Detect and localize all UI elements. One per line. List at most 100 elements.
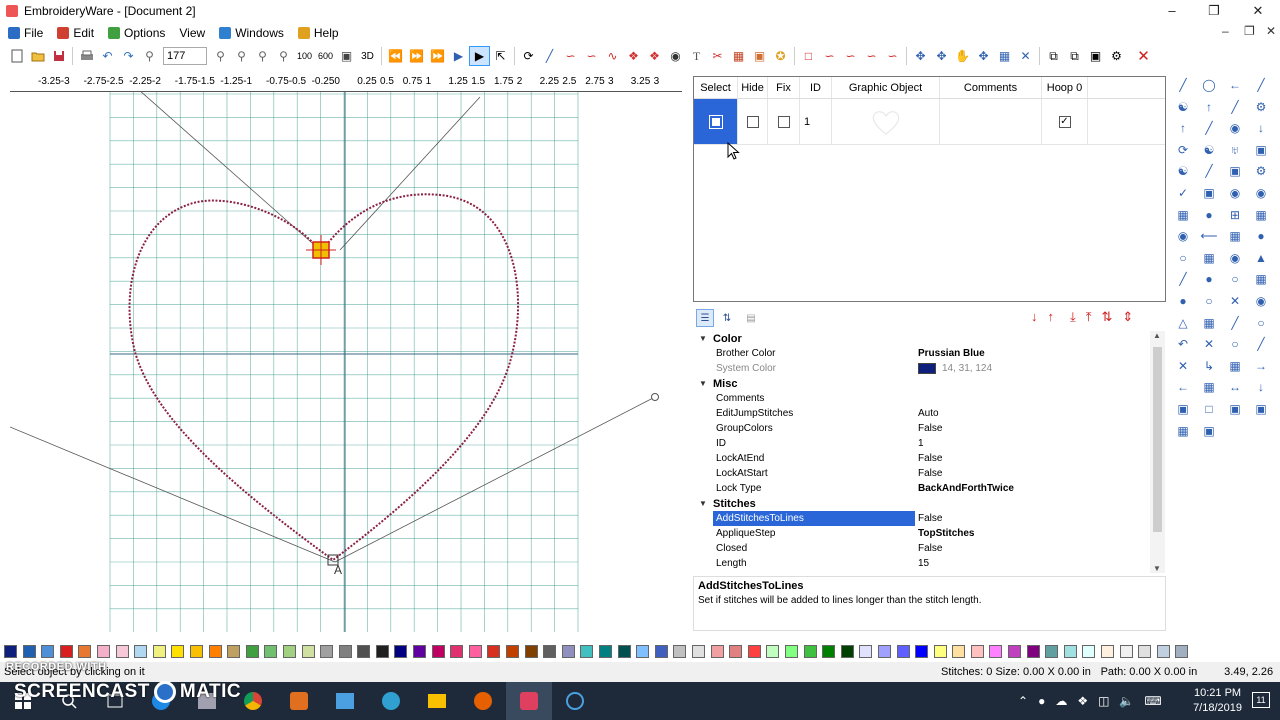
ungroup-icon[interactable]: ⧉: [1064, 46, 1085, 66]
curve-tool-icon[interactable]: ∽: [560, 46, 581, 66]
tool-button-icon[interactable]: ○: [1200, 292, 1218, 310]
thread-color-swatch[interactable]: [59, 644, 73, 658]
open-folder-icon[interactable]: [27, 46, 48, 66]
thread-color-swatch[interactable]: [320, 644, 334, 658]
rectangle-tool-icon[interactable]: □: [798, 46, 819, 66]
tool-button-icon[interactable]: ╱: [1200, 119, 1218, 137]
select-cell[interactable]: [694, 99, 738, 144]
collapse-chevron-icon[interactable]: ▼: [693, 379, 713, 388]
comments-cell[interactable]: [940, 99, 1042, 144]
collapse-icon[interactable]: ⇕: [1122, 309, 1133, 325]
thread-color-swatch[interactable]: [22, 644, 36, 658]
thread-color-swatch[interactable]: [599, 644, 612, 658]
thread-color-swatch[interactable]: [4, 644, 17, 658]
tool-button-icon[interactable]: ⊞: [1226, 206, 1244, 224]
tool-button-icon[interactable]: ←: [1174, 378, 1192, 396]
thread-color-swatch[interactable]: [617, 644, 631, 658]
sort-alpha-icon[interactable]: ⇅: [718, 309, 736, 327]
tool-button-icon[interactable]: ↓: [1252, 119, 1270, 137]
tool-button-icon[interactable]: ◉: [1226, 249, 1244, 267]
tool-button-icon[interactable]: ╱: [1174, 76, 1192, 94]
thread-color-swatch[interactable]: [338, 644, 352, 658]
thread-color-swatch[interactable]: [915, 644, 929, 658]
hoop-checkbox[interactable]: ✓: [1058, 115, 1071, 128]
thread-color-swatch[interactable]: [561, 644, 575, 658]
close-document-icon[interactable]: ✕: [1133, 46, 1154, 66]
fill-tool-icon[interactable]: ❖: [623, 46, 644, 66]
move-icon[interactable]: ✥: [910, 46, 931, 66]
file-explorer-icon[interactable]: [414, 682, 460, 720]
line-tool-icon[interactable]: ╱: [539, 46, 560, 66]
thread-color-swatch[interactable]: [970, 644, 984, 658]
category-color[interactable]: ▼ Color: [693, 331, 1166, 346]
tool-button-icon[interactable]: ▦: [1174, 422, 1192, 440]
tool-button-icon[interactable]: ◉: [1226, 184, 1244, 202]
thread-color-swatch[interactable]: [933, 644, 947, 658]
transform-icon[interactable]: ✕: [1015, 46, 1036, 66]
hide-cell[interactable]: [738, 99, 768, 144]
thread-color-swatch[interactable]: [506, 644, 520, 658]
tool-button-icon[interactable]: ▣: [1200, 184, 1218, 202]
property-value[interactable]: False: [915, 543, 1166, 554]
move-down-icon[interactable]: ↓: [1031, 309, 1038, 325]
tool-button-icon[interactable]: ○: [1252, 314, 1270, 332]
thread-color-swatch[interactable]: [41, 644, 55, 658]
play-slow-icon[interactable]: ⏩: [406, 46, 427, 66]
thread-color-swatch[interactable]: [115, 644, 129, 658]
property-value[interactable]: 14, 31, 124: [942, 363, 992, 374]
freehand-tool-icon[interactable]: ∿: [602, 46, 623, 66]
app-window-icon[interactable]: [322, 682, 368, 720]
thread-color-swatch[interactable]: [654, 644, 668, 658]
tool-button-icon[interactable]: ☯: [1174, 98, 1192, 116]
menu-file[interactable]: File: [8, 26, 43, 40]
thread-color-swatch[interactable]: [450, 644, 464, 658]
property-row[interactable]: Comments: [693, 391, 1166, 406]
col-hoop[interactable]: Hoop 0: [1042, 77, 1088, 98]
thread-color-swatch[interactable]: [1082, 644, 1096, 658]
property-value[interactable]: False: [915, 513, 1166, 524]
thread-color-swatch[interactable]: [1138, 644, 1152, 658]
scroll-up-icon[interactable]: ▲: [1153, 331, 1161, 340]
cloud-icon[interactable]: ☁: [1055, 694, 1067, 708]
tool-button-icon[interactable]: ●: [1200, 206, 1218, 224]
thread-color-swatch[interactable]: [840, 644, 854, 658]
tool-button-icon[interactable]: ⚙: [1252, 162, 1270, 180]
thread-color-swatch[interactable]: [803, 644, 817, 658]
thread-color-swatch[interactable]: [859, 644, 873, 658]
tool-button-icon[interactable]: ▦: [1174, 206, 1192, 224]
tool-button-icon[interactable]: □: [1200, 400, 1218, 418]
tool-button-icon[interactable]: ✕: [1174, 357, 1192, 375]
tool-button-icon[interactable]: ▣: [1226, 400, 1244, 418]
collapse-chevron-icon[interactable]: ▼: [693, 499, 713, 508]
convert-tool-icon[interactable]: ▦: [728, 46, 749, 66]
tool-button-icon[interactable]: ♅: [1226, 141, 1244, 159]
tool-button-icon[interactable]: ↶: [1174, 335, 1192, 353]
satin-tool-icon[interactable]: ❖: [644, 46, 665, 66]
app-globe-icon[interactable]: [368, 682, 414, 720]
zoom-100-button[interactable]: 100: [294, 46, 315, 66]
thread-color-swatch[interactable]: [245, 644, 259, 658]
tool-button-icon[interactable]: ◯: [1200, 76, 1218, 94]
play-icon[interactable]: ▶: [448, 46, 469, 66]
thread-color-swatch[interactable]: [673, 644, 687, 658]
thread-color-swatch[interactable]: [394, 644, 408, 658]
app-shield-icon[interactable]: [276, 682, 322, 720]
thread-color-swatch[interactable]: [580, 644, 594, 658]
menu-help[interactable]: Help: [297, 26, 339, 40]
zoom-previous-icon[interactable]: ⚲: [252, 46, 273, 66]
thread-color-swatch[interactable]: [1008, 644, 1022, 658]
move-top-icon[interactable]: ⤒: [1086, 309, 1092, 325]
property-scrollbar[interactable]: ▲ ▼: [1150, 331, 1165, 573]
realistic-view-icon[interactable]: ▣: [336, 46, 357, 66]
tool-button-icon[interactable]: →: [1252, 357, 1270, 375]
node-edit-icon[interactable]: ∽: [819, 46, 840, 66]
tool-button-icon[interactable]: ▣: [1252, 141, 1270, 159]
thread-color-swatch[interactable]: [636, 644, 650, 658]
select-node-icon[interactable]: ⇱: [490, 46, 511, 66]
zoom-fit-icon[interactable]: ⚲: [273, 46, 294, 66]
property-value[interactable]: Prussian Blue: [915, 348, 1166, 359]
settings-icon[interactable]: ⚙: [1106, 46, 1127, 66]
notifications-icon[interactable]: 11: [1252, 692, 1270, 708]
zoom-input[interactable]: [163, 47, 207, 65]
col-comments[interactable]: Comments: [940, 77, 1042, 98]
